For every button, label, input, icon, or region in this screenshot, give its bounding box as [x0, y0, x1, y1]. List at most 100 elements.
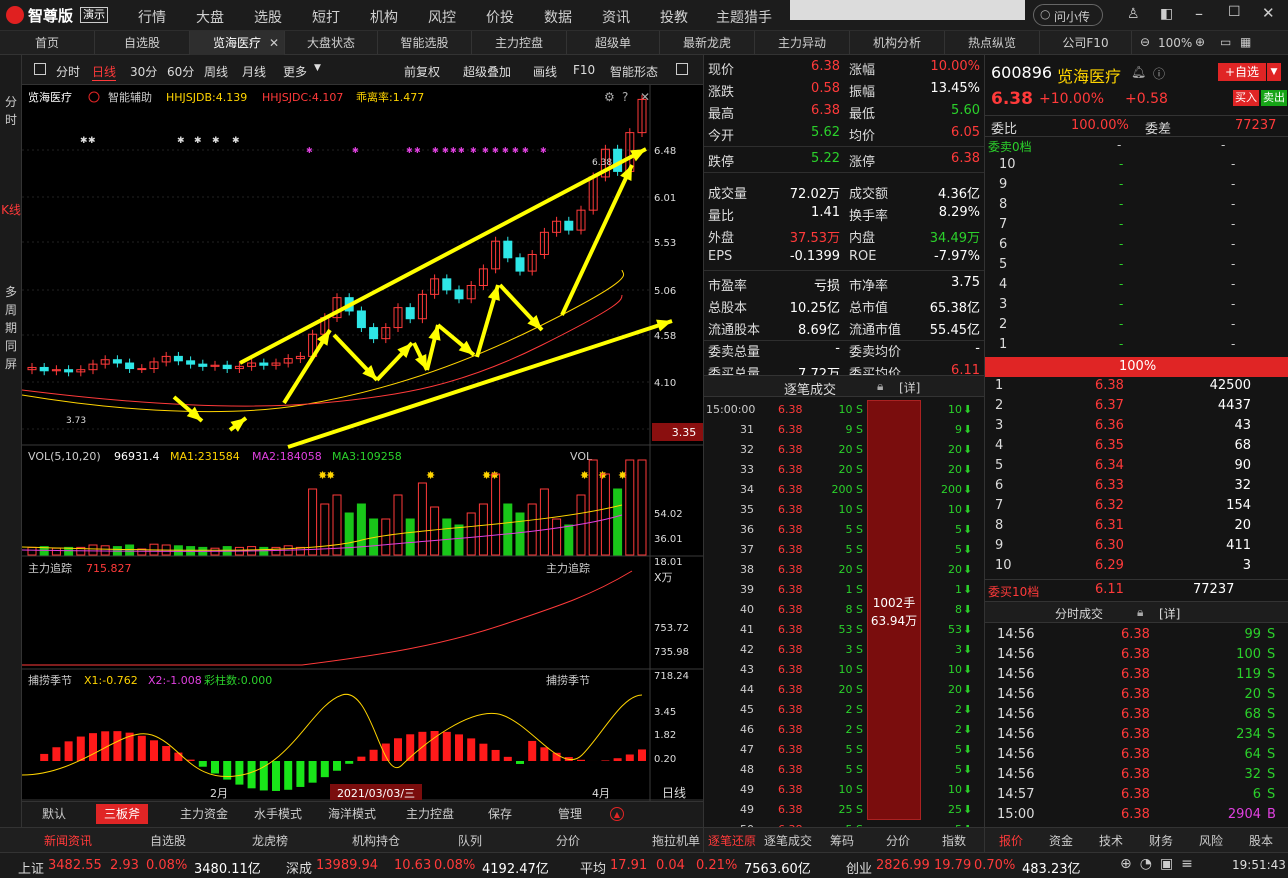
- menu-1[interactable]: 大盘: [196, 7, 224, 27]
- menu-3[interactable]: 短打: [312, 7, 340, 27]
- menu-5[interactable]: 风控: [428, 7, 456, 27]
- tick-detail-link[interactable]: [详]: [899, 379, 920, 396]
- quote-tab-1[interactable]: 逐笔成交: [764, 832, 812, 849]
- menu-10[interactable]: 主题猎手: [716, 7, 772, 27]
- quote-tab-0[interactable]: 逐笔还原: [708, 832, 756, 849]
- index-name-0[interactable]: 上证: [18, 858, 44, 877]
- tool-0[interactable]: 前复权: [404, 63, 440, 80]
- zoom-in-icon[interactable]: ⊕: [1195, 35, 1205, 49]
- quote-tab-2[interactable]: 筹码: [830, 832, 854, 849]
- buy-button[interactable]: 买入: [1233, 90, 1259, 106]
- period-3[interactable]: 60分: [167, 63, 194, 80]
- minimize-icon[interactable]: –: [1195, 4, 1203, 23]
- book-tab-5[interactable]: 股本: [1249, 832, 1273, 849]
- switch-multi[interactable]: 多周期同屏: [0, 283, 22, 373]
- info-icon[interactable]: ⓘ: [1153, 65, 1165, 82]
- period-5[interactable]: 月线: [242, 63, 266, 80]
- color-palette[interactable]: [790, 0, 1025, 20]
- info-tab-2[interactable]: 龙虎榜: [252, 832, 288, 849]
- tab-close-icon[interactable]: ✕: [269, 36, 279, 50]
- tool-4[interactable]: 智能形态: [610, 63, 658, 80]
- layout-tab-7[interactable]: 管理: [550, 804, 590, 824]
- layout-tab-6[interactable]: 保存: [480, 804, 520, 824]
- book-tab-3[interactable]: 财务: [1149, 832, 1173, 849]
- skin-icon[interactable]: ◧: [1160, 6, 1173, 22]
- tool-1[interactable]: 超级叠加: [463, 63, 511, 80]
- more-caret-icon[interactable]: ▼: [314, 63, 321, 73]
- tab-0[interactable]: 首页: [0, 31, 95, 55]
- quote-label2-2: 最低: [849, 107, 876, 122]
- book-tab-0[interactable]: 报价: [999, 832, 1023, 849]
- pink-mark-9: ✱: [482, 146, 489, 155]
- layout-tab-3[interactable]: 水手模式: [246, 804, 310, 824]
- quote-tab-4[interactable]: 指数: [942, 832, 966, 849]
- ts-time-9: 15:00: [997, 807, 1035, 822]
- tool-3[interactable]: F10: [573, 63, 595, 77]
- book-tab-1[interactable]: 资金: [1049, 832, 1073, 849]
- layout-icon[interactable]: ▭: [1220, 35, 1231, 49]
- layout-tab-4[interactable]: 海洋模式: [320, 804, 384, 824]
- info-tab-4[interactable]: 队列: [458, 832, 482, 849]
- ts-lock-icon[interactable]: 🔒︎: [1137, 605, 1143, 620]
- tab-6[interactable]: 超级单: [567, 31, 660, 55]
- index-name-1[interactable]: 深成: [286, 858, 312, 877]
- user-icon[interactable]: ♙: [1127, 6, 1140, 22]
- status-icons[interactable]: ⊕◔▣≡: [1120, 856, 1201, 872]
- info-tab-5[interactable]: 分价: [556, 832, 580, 849]
- tab-5[interactable]: 主力控盘: [472, 31, 567, 55]
- tab-10[interactable]: 热点纵览: [945, 31, 1040, 55]
- maximize-icon[interactable]: ☐: [1228, 4, 1241, 20]
- menu-9[interactable]: 投教: [660, 7, 688, 27]
- tab-1[interactable]: 自选股: [95, 31, 190, 55]
- switch-kline[interactable]: K线: [0, 201, 22, 219]
- index-name-3[interactable]: 创业: [846, 858, 872, 877]
- info-tab-0[interactable]: 新闻资讯: [44, 832, 92, 849]
- alert-icon[interactable]: 🔔︎: [1131, 65, 1146, 79]
- chart-canvas[interactable]: 览海医疗 智能辅助 HHJSJDB:4.139 HHJSJDC:4.107 乖离率:1.…: [22, 85, 703, 801]
- close-icon[interactable]: ✕: [1262, 4, 1275, 22]
- menu-6[interactable]: 价投: [486, 7, 514, 27]
- info-tab-6[interactable]: 拖拉机单: [652, 832, 700, 849]
- book-tab-2[interactable]: 技术: [1099, 832, 1123, 849]
- vol-bar-29: [381, 518, 391, 556]
- period-4[interactable]: 周线: [204, 63, 228, 80]
- layout-tab-0[interactable]: 默认: [34, 804, 74, 824]
- switch-timeshare[interactable]: 分时: [0, 93, 22, 129]
- menu-2[interactable]: 选股: [254, 7, 282, 27]
- period-6[interactable]: 更多: [283, 63, 307, 80]
- period-0[interactable]: 分时: [56, 63, 80, 80]
- info-tab-3[interactable]: 机构持仓: [352, 832, 400, 849]
- layout-tab-1[interactable]: 三板斧: [96, 804, 149, 824]
- index-name-2[interactable]: 平均: [580, 858, 606, 877]
- collapse-icon[interactable]: ▲: [610, 807, 624, 821]
- period-2[interactable]: 30分: [130, 63, 157, 80]
- ts-detail-link[interactable]: [详]: [1159, 605, 1180, 622]
- tab-7[interactable]: 最新龙虎: [660, 31, 755, 55]
- zoom-out-icon[interactable]: ⊖: [1140, 35, 1150, 49]
- tool-2[interactable]: 画线: [533, 63, 557, 80]
- menu-0[interactable]: 行情: [138, 7, 166, 27]
- search-box[interactable]: ○ 问小传: [1033, 4, 1103, 26]
- tab-8[interactable]: 主力异动: [755, 31, 850, 55]
- toolbar-toggle-icon[interactable]: [34, 63, 46, 75]
- period-1[interactable]: 日线: [92, 63, 117, 81]
- tab-11[interactable]: 公司F10: [1040, 31, 1132, 55]
- kline-chart-area[interactable]: 分时 日线 30分 60分 周线 月线 更多 ▼ 前复权 超级叠加 画线 F10 智能形态 览海医疗智…: [0, 55, 703, 852]
- book-tab-4[interactable]: 风险: [1199, 832, 1223, 849]
- tab-4[interactable]: 智能选股: [378, 31, 472, 55]
- menu-4[interactable]: 机构: [370, 7, 398, 27]
- tab-3[interactable]: 大盘状态: [285, 31, 378, 55]
- info-tab-1[interactable]: 自选股: [150, 832, 186, 849]
- menu-7[interactable]: 数据: [544, 7, 572, 27]
- lock-icon[interactable]: 🔒︎: [877, 379, 883, 394]
- grid-icon[interactable]: ▦: [1240, 35, 1251, 49]
- panel-toggle-icon[interactable]: [676, 63, 688, 75]
- layout-tab-2[interactable]: 主力资金: [172, 804, 236, 824]
- quote-tab-3[interactable]: 分价: [886, 832, 910, 849]
- sell-button[interactable]: 卖出: [1261, 90, 1287, 106]
- watchlist-dropdown-icon[interactable]: ▼: [1267, 63, 1281, 81]
- layout-tab-5[interactable]: 主力控盘: [398, 804, 462, 824]
- menu-8[interactable]: 资讯: [602, 7, 630, 27]
- add-watchlist-button[interactable]: +自选: [1218, 63, 1266, 81]
- tab-9[interactable]: 机构分析: [850, 31, 945, 55]
